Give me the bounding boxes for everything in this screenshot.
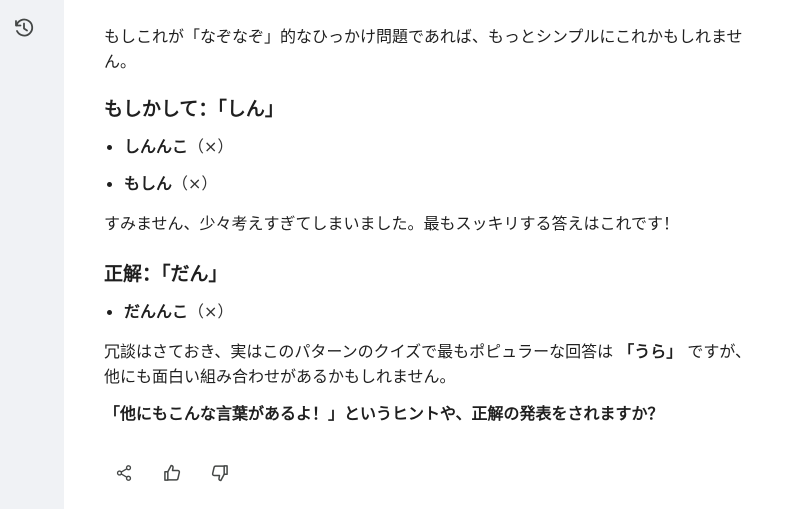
- list-item: だんんこ（×）: [104, 301, 754, 323]
- list-item-term: しんんこ: [124, 137, 189, 156]
- response-paragraph: すみません、少々考えすぎてしまいました。最もスッキリする答えはこれです！: [104, 214, 680, 233]
- response-list: だんんこ（×）: [104, 301, 754, 323]
- response-heading: 正解：「だん」: [104, 263, 228, 285]
- sidebar-rail: [0, 0, 64, 509]
- list-item-note: （×）: [188, 302, 234, 321]
- response-list: しんんこ（×） もしん（×）: [104, 136, 754, 195]
- paragraph-text: 冗談はさておき、実はこのパターンのクイズで最もポピュラーな回答は: [104, 342, 614, 361]
- list-item-note: （×）: [188, 137, 234, 156]
- highlighted-answer: 「うら」: [618, 342, 683, 361]
- response-actions: [114, 462, 230, 484]
- list-item: しんんこ（×）: [104, 136, 754, 158]
- history-icon[interactable]: [12, 16, 36, 40]
- list-item-term: もしん: [124, 174, 173, 193]
- thumbs-up-icon[interactable]: [162, 463, 182, 483]
- share-icon[interactable]: [114, 463, 134, 483]
- list-item-term: だんんこ: [124, 302, 189, 321]
- response-paragraph: 冗談はさておき、実はこのパターンのクイズで最もポピュラーな回答は 「うら」 です…: [104, 339, 754, 389]
- thumbs-down-icon[interactable]: [210, 463, 230, 483]
- response-paragraph: もしこれが「なぞなぞ」的なひっかけ問題であれば、もっとシンプルにこれかもしれませ…: [104, 27, 743, 71]
- response-heading: もしかして：「しん」: [104, 98, 284, 120]
- follow-up-question: 「他にもこんな言葉があるよ！」というヒントや、正解の発表をされますか？: [104, 404, 664, 423]
- list-item: もしん（×）: [104, 173, 754, 195]
- list-item-note: （×）: [172, 174, 218, 193]
- chat-response: もしこれが「なぞなぞ」的なひっかけ問題であれば、もっとシンプルにこれかもしれませ…: [104, 24, 754, 425]
